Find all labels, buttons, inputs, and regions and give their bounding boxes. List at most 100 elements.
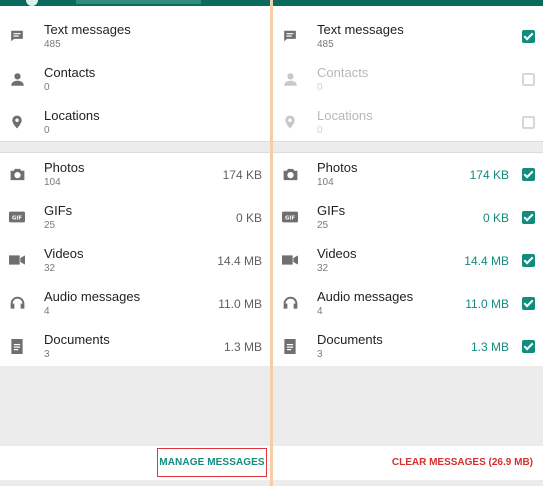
row-title: Text messages <box>44 22 131 37</box>
row-count: 0 <box>44 125 50 136</box>
message-types-group: Text messages 485 Contacts 0 Locations 0 <box>273 6 543 141</box>
media-types-group: Photos 104 174 KB GIF GIFs 25 0 KB Video… <box>0 153 270 366</box>
row-title: Locations <box>44 108 100 123</box>
row-title: Contacts <box>317 65 369 80</box>
document-icon <box>282 338 298 354</box>
locations-checkbox <box>522 116 535 129</box>
row-count: 3 <box>317 349 323 360</box>
row-text-messages[interactable]: Text messages 485 <box>0 15 270 58</box>
document-icon <box>9 338 25 354</box>
gif-icon: GIF <box>9 209 25 225</box>
row-size: 1.3 MB <box>223 340 262 354</box>
row-title: Documents <box>44 332 110 347</box>
manage-messages-screen: Text messages 485 Contacts 0 Locations 0… <box>273 0 543 486</box>
row-photos[interactable]: Photos 104 174 KB <box>0 153 270 196</box>
row-locations: Locations 0 <box>273 101 543 144</box>
row-count: 485 <box>44 39 61 50</box>
row-count: 32 <box>44 263 56 274</box>
row-size: 0 KB <box>482 211 509 225</box>
row-photos[interactable]: Photos 104 174 KB <box>273 153 543 196</box>
row-title: Locations <box>317 108 373 123</box>
row-count: 104 <box>317 177 334 188</box>
row-title: Text messages <box>317 22 404 37</box>
message-icon <box>282 28 298 44</box>
row-count: 3 <box>44 349 50 360</box>
row-count: 104 <box>44 177 61 188</box>
app-header <box>0 0 270 6</box>
row-count: 0 <box>317 82 323 93</box>
bottom-action-bar: MANAGE MESSAGES <box>0 446 270 480</box>
header-title-bar <box>76 0 201 4</box>
row-contacts[interactable]: Contacts 0 <box>0 58 270 101</box>
location-pin-icon <box>9 114 25 130</box>
row-title: Videos <box>317 246 357 261</box>
row-text-messages[interactable]: Text messages 485 <box>273 15 543 58</box>
row-size: 11.0 MB <box>465 297 509 311</box>
clear-messages-button[interactable]: CLEAR MESSAGES (26.9 MB) <box>392 448 533 477</box>
row-audio-messages[interactable]: Audio messages 4 11.0 MB <box>0 282 270 325</box>
svg-text:GIF: GIF <box>285 215 295 221</box>
row-count: 25 <box>44 220 56 231</box>
row-documents[interactable]: Documents 3 1.3 MB <box>0 325 270 368</box>
row-count: 485 <box>317 39 334 50</box>
row-videos[interactable]: Videos 32 14.4 MB <box>0 239 270 282</box>
camera-icon <box>282 166 298 182</box>
headphones-icon <box>9 295 25 311</box>
row-title: Videos <box>44 246 84 261</box>
row-title: Contacts <box>44 65 96 80</box>
row-size: 174 KB <box>222 168 262 182</box>
row-title: Documents <box>317 332 383 347</box>
message-types-group: Text messages 485 Contacts 0 Locations 0 <box>0 6 270 141</box>
row-videos[interactable]: Videos 32 14.4 MB <box>273 239 543 282</box>
headphones-icon <box>282 295 298 311</box>
row-contacts: Contacts 0 <box>273 58 543 101</box>
person-icon <box>9 71 25 87</box>
row-size: 0 KB <box>235 211 262 225</box>
audio-messages-checkbox[interactable] <box>522 297 535 310</box>
svg-text:GIF: GIF <box>12 215 22 221</box>
bottom-strip <box>0 480 270 486</box>
gif-icon: GIF <box>282 209 298 225</box>
photos-checkbox[interactable] <box>522 168 535 181</box>
row-title: GIFs <box>44 203 73 218</box>
row-title: Photos <box>44 160 85 175</box>
row-gifs[interactable]: GIF GIFs 25 0 KB <box>0 196 270 239</box>
row-size: 14.4 MB <box>464 254 509 268</box>
row-count: 0 <box>44 82 50 93</box>
videos-checkbox[interactable] <box>522 254 535 267</box>
gifs-checkbox[interactable] <box>522 211 535 224</box>
row-gifs[interactable]: GIF GIFs 25 0 KB <box>273 196 543 239</box>
video-icon <box>282 252 298 268</box>
row-locations[interactable]: Locations 0 <box>0 101 270 144</box>
camera-icon <box>9 166 25 182</box>
row-title: GIFs <box>317 203 346 218</box>
media-types-group: Photos 104 174 KB GIF GIFs 25 0 KB Video… <box>273 153 543 366</box>
documents-checkbox[interactable] <box>522 340 535 353</box>
row-title: Photos <box>317 160 358 175</box>
row-size: 174 KB <box>469 168 509 182</box>
avatar <box>26 0 38 6</box>
row-size: 1.3 MB <box>470 340 509 354</box>
bottom-strip <box>273 480 543 486</box>
app-header <box>273 0 543 6</box>
person-icon <box>282 71 298 87</box>
row-size: 14.4 MB <box>217 254 262 268</box>
row-documents[interactable]: Documents 3 1.3 MB <box>273 325 543 368</box>
row-size: 11.0 MB <box>218 297 262 311</box>
row-count: 25 <box>317 220 329 231</box>
row-title: Audio messages <box>317 289 414 304</box>
row-count: 0 <box>317 125 323 136</box>
row-count: 4 <box>44 306 50 317</box>
video-icon <box>9 252 25 268</box>
row-count: 4 <box>317 306 323 317</box>
manage-messages-button[interactable]: MANAGE MESSAGES <box>157 448 267 477</box>
row-count: 32 <box>317 263 329 274</box>
row-title: Audio messages <box>44 289 141 304</box>
location-pin-icon <box>282 114 298 130</box>
message-icon <box>9 28 25 44</box>
text-messages-checkbox[interactable] <box>522 30 535 43</box>
storage-usage-screen: Text messages 485 Contacts 0 Locations 0… <box>0 0 270 486</box>
contacts-checkbox <box>522 73 535 86</box>
bottom-action-bar: CLEAR MESSAGES (26.9 MB) <box>273 446 543 480</box>
row-audio-messages[interactable]: Audio messages 4 11.0 MB <box>273 282 543 325</box>
